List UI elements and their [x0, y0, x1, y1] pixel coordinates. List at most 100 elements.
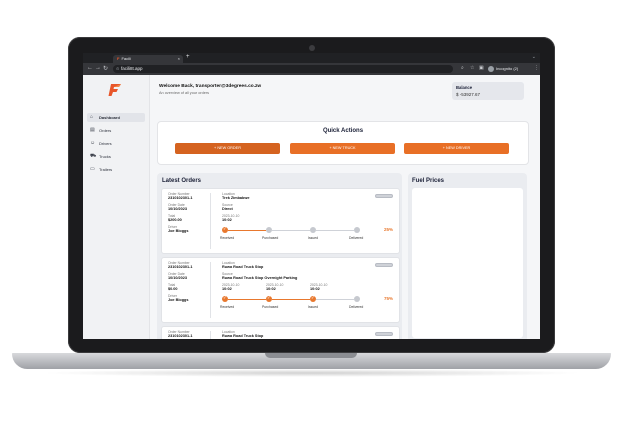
- new-driver-button[interactable]: + NEW DRIVER: [404, 143, 509, 154]
- balance-value: $ -53927.67: [456, 92, 481, 97]
- step-received-icon: [222, 295, 228, 302]
- browser-menu-icon[interactable]: ⋮: [534, 65, 539, 71]
- progress-bar-segment: [228, 230, 266, 231]
- step-received-icon: [222, 226, 228, 233]
- zoom-icon[interactable]: ⌕: [461, 65, 464, 71]
- step-label: Delivered: [349, 305, 364, 309]
- source-value: Direct: [222, 207, 233, 211]
- step-label: Purchased: [262, 236, 279, 240]
- source-value: Ruwa Road Truck Stop Overnight Parking: [222, 276, 298, 280]
- new-tab-icon[interactable]: +: [186, 54, 190, 60]
- tab-close-icon[interactable]: ×: [178, 55, 180, 63]
- step-label: Issued: [308, 305, 318, 309]
- order-driver-value: Joe Bloggs: [168, 298, 189, 302]
- tab-title: Facili: [121, 56, 131, 61]
- fuel-prices-content: [412, 188, 523, 338]
- step-purchased-icon: [266, 295, 272, 302]
- reload-icon[interactable]: ↻: [103, 65, 108, 72]
- order-progress-percent: 75%: [383, 296, 393, 301]
- browser-tab[interactable]: F Facili ×: [113, 55, 183, 63]
- users-icon: ☺: [90, 140, 96, 146]
- order-card[interactable]: Order Number 2310102301-1 Order Date 10/…: [161, 188, 400, 254]
- progress-bar-segment: [272, 299, 310, 300]
- sidebar-item-drivers[interactable]: ☺ Drivers: [87, 139, 145, 148]
- bookmark-star-icon[interactable]: ☆: [470, 65, 474, 71]
- sidebar-item-label: Dashboard: [99, 115, 120, 120]
- step-time: 10:02: [266, 287, 276, 291]
- location-value: Ruwa Road Truck Stop: [222, 265, 264, 269]
- order-card[interactable]: Order Number 2310102301-1 Location Ruwa …: [161, 326, 400, 339]
- sidebar-item-label: Drivers: [99, 141, 112, 146]
- facili-logo[interactable]: [108, 83, 122, 97]
- incognito-icon: [488, 65, 494, 72]
- sidebar-item-trailers[interactable]: ▭ Trailers: [87, 165, 145, 174]
- laptop-notch: [265, 353, 357, 358]
- url-text: facili8t.app: [121, 66, 143, 71]
- order-number-value: 2310102301-1: [168, 265, 193, 269]
- order-card[interactable]: Order Number 2310102301-1 Order Date 10/…: [161, 257, 400, 323]
- sidebar: ⌂ Dashboard ▤ Orders ☺ Drivers ⛟ Trucks ▭ Tra…: [83, 75, 150, 339]
- sidebar-item-label: Trucks: [99, 154, 111, 159]
- camera-icon: [309, 45, 315, 51]
- main-content: Welcome Back, transporter@3degrees.co.zw…: [149, 75, 540, 339]
- sidebar-item-dashboard[interactable]: ⌂ Dashboard: [87, 113, 145, 122]
- new-order-button[interactable]: + NEW ORDER: [175, 143, 280, 154]
- order-total-value: $200.00: [168, 218, 182, 222]
- step-time: 10:02: [222, 287, 232, 291]
- balance-card: Balance $ -53927.67: [452, 82, 524, 100]
- order-toggle[interactable]: [375, 194, 393, 198]
- order-date-value: 10/10/2023: [168, 276, 188, 280]
- latest-orders-title: Latest Orders: [162, 178, 202, 184]
- step-purchased-icon: [266, 227, 272, 233]
- clipboard-icon: ▤: [90, 127, 95, 133]
- new-truck-button[interactable]: + NEW TRUCK: [290, 143, 395, 154]
- order-date-value: 10/10/2023: [168, 207, 188, 211]
- sidebar-item-label: Orders: [99, 128, 112, 133]
- profile-label: Incognito (2): [496, 66, 519, 71]
- step-issued-icon: [310, 227, 316, 233]
- home-icon: ⌂: [90, 114, 94, 120]
- sidebar-item-orders[interactable]: ▤ Orders: [87, 126, 145, 135]
- welcome-heading: Welcome Back, transporter@3degrees.co.zw: [159, 84, 262, 89]
- step-delivered-icon: [354, 227, 360, 233]
- order-driver-value: Joe Bloggs: [168, 229, 189, 233]
- quick-actions-panel: Quick Actions + NEW ORDER + NEW TRUCK + …: [157, 121, 529, 165]
- screen: F Facili × + ⌄ ← → ↻ ⊙ facili8t.app ⌕ ☆ ▣…: [83, 53, 540, 339]
- step-time: 10:02: [222, 218, 232, 222]
- balance-label: Balance: [456, 85, 473, 90]
- fuel-prices-panel: Fuel Prices: [408, 173, 527, 339]
- step-label: Received: [220, 236, 235, 240]
- sidebar-item-trucks[interactable]: ⛟ Trucks: [87, 152, 145, 161]
- step-issued-icon: [310, 295, 316, 302]
- card-divider: [210, 193, 211, 249]
- site-info-icon[interactable]: ⊙: [116, 65, 119, 73]
- truck-icon: ⛟: [90, 153, 97, 159]
- order-number-value: 2310102301-1: [168, 196, 193, 200]
- order-total-value: $0.00: [168, 287, 178, 291]
- card-divider: [210, 262, 211, 318]
- step-time: 10:02: [310, 287, 320, 291]
- step-label: Received: [220, 305, 235, 309]
- chevron-down-icon[interactable]: ⌄: [532, 54, 536, 60]
- order-progress-percent: 25%: [383, 227, 393, 232]
- forward-icon[interactable]: →: [95, 65, 101, 71]
- profile-chip[interactable]: Incognito (2): [488, 65, 518, 73]
- progress-bar-segment: [228, 299, 266, 300]
- back-icon[interactable]: ←: [87, 65, 93, 71]
- location-value: Ruwa Road Truck Stop: [222, 334, 264, 338]
- address-bar[interactable]: ⊙ facili8t.app: [113, 65, 453, 73]
- welcome-subtitle: An overview of all your orders: [159, 91, 210, 95]
- sidebar-toggle-icon[interactable]: ▣: [479, 65, 484, 71]
- latest-orders-panel: Latest Orders Order Number 2310102301-1 …: [157, 173, 402, 339]
- order-toggle[interactable]: [375, 263, 393, 267]
- fuel-prices-title: Fuel Prices: [412, 178, 445, 184]
- laptop-shadow: [40, 369, 583, 377]
- order-number-value: 2310102301-1: [168, 334, 193, 338]
- order-toggle[interactable]: [375, 332, 393, 336]
- app-favicon-icon: F: [117, 56, 120, 61]
- trailer-icon: ▭: [90, 166, 95, 172]
- quick-actions-title: Quick Actions: [322, 128, 364, 134]
- browser-toolbar: ← → ↻ ⊙ facili8t.app ⌕ ☆ ▣ Incognito (2)…: [83, 63, 540, 75]
- progress-bar-segment: [272, 230, 310, 231]
- step-label: Purchased: [262, 305, 279, 309]
